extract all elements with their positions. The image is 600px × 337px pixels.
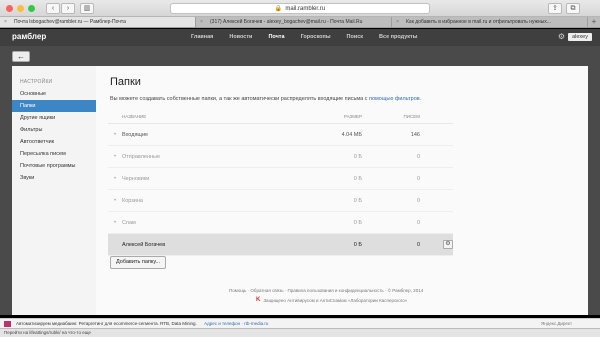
tab-howto[interactable]: × Как добавить в избранное в mail.ru и от… [392,17,588,27]
sidebar-toggle-button[interactable]: ▥ [80,3,94,14]
sidebar-item-sounds[interactable]: Звуки [12,172,96,184]
nav-news[interactable]: Новости [221,29,260,46]
top-nav: Главная Новости Почта Гороскопы Поиск Вс… [183,29,425,46]
table-row[interactable]: • Корзина 0 Б 0 [108,190,453,212]
sidebar-item-mail-clients[interactable]: Почтовые программы [12,160,96,172]
column-size-header: РАЗМЕР [343,114,362,119]
browser-toolbar: ‹ › ▥ 🔒 mail.rambler.ru ⇪ ⧉ [0,0,600,17]
intro-text: Вы можете создавать собственные папки, а… [110,96,422,102]
kaspersky-notice: K Защищено Антивирусом и АнтиСпамом «Лаб… [256,297,408,303]
status-bar: Перейти на lifeattings/rubki/ на что-то … [0,328,600,337]
user-name[interactable]: alexey [568,32,592,41]
rambler-logo[interactable]: рамблер [12,32,46,41]
sidebar-item-other-mailboxes[interactable]: Другие ящики [12,112,96,124]
user-menu[interactable]: ⚙ alexey [558,32,592,41]
sidebar-item-folders[interactable]: Папки [12,100,96,112]
close-window-button[interactable] [6,5,13,12]
close-tab-icon[interactable]: × [200,17,203,27]
back-nav-button[interactable]: ‹ [46,3,60,14]
table-row[interactable]: • Отправленные 0 Б 0 [108,146,453,168]
share-button[interactable]: ⇪ [548,3,562,14]
zoom-window-button[interactable] [28,5,35,12]
nav-horoscopes[interactable]: Гороскопы [293,29,339,46]
ad-bar[interactable]: Автоматизируем медиабаинг. Ретаргетинг д… [0,318,600,328]
ad-badge-icon [4,321,11,327]
site-header: рамблер Главная Новости Почта Гороскопы … [0,29,600,46]
nav-all-products[interactable]: Все продукты [371,29,425,46]
address-bar[interactable]: 🔒 mail.rambler.ru [170,3,430,14]
settings-section-title: НАСТРОЙКИ [20,79,53,85]
tabs-overview-button[interactable]: ⧉ [566,3,580,14]
add-folder-button[interactable]: Добавить папку... [110,256,167,269]
sidebar-item-filters[interactable]: Фильтры [12,124,96,136]
url-text: mail.rambler.ru [285,6,326,12]
yandex-direct-label[interactable]: Яндекс.Директ [541,319,572,328]
page-title: Папки [110,76,141,88]
column-name-header: НАЗВАНИЕ [122,114,147,119]
nav-home[interactable]: Главная [183,29,221,46]
nav-search[interactable]: Поиск [339,29,372,46]
gear-icon[interactable]: ⚙ [558,32,565,41]
footer-links[interactable]: Помощь · Обратная связь · Правила пользо… [229,288,423,293]
folders-panel: Папки Вы можете создавать собственные па… [96,66,588,315]
forward-nav-button[interactable]: › [61,3,75,14]
nav-mail[interactable]: Почта [260,29,292,46]
table-row[interactable]: • Спам 0 Б 0 [108,212,453,234]
tab-mail-ru[interactable]: × (317) Алексей Богачев - alexey_bogachev… [196,17,392,27]
back-arrow-button[interactable]: ← [12,51,30,62]
window-controls [6,5,35,12]
settings-sidebar: НАСТРОЙКИ Основные Папки Другие ящики Фи… [12,66,96,315]
minimize-window-button[interactable] [17,5,24,12]
close-tab-icon[interactable]: × [4,17,7,27]
folder-dot-icon: • [113,175,117,182]
table-header: НАЗВАНИЕ РАЗМЕР ПИСЕМ [108,110,453,124]
folder-dot-icon: • [113,131,117,138]
sidebar-item-forwarding[interactable]: Пересылка писем [12,148,96,160]
folder-dot-icon: • [113,153,117,160]
table-row[interactable]: • Черновики 0 Б 0 [108,168,453,190]
folder-settings-gear-icon[interactable]: ⚙ [443,240,453,249]
column-count-header: ПИСЕМ [403,114,420,119]
sidebar-item-autoresponder[interactable]: Автоответчик [12,136,96,148]
new-tab-button[interactable]: + [588,17,600,27]
arrow-left-icon: ← [17,52,25,61]
tab-rambler-mail[interactable]: × Почта lsbogachev@rambler.ru — Рамблер-П… [0,17,196,27]
tab-bar: × Почта lsbogachev@rambler.ru — Рамблер-П… [0,17,600,28]
folder-dot-icon: • [113,197,117,204]
folders-table: НАЗВАНИЕ РАЗМЕР ПИСЕМ • Входящие 4.04 МБ… [108,110,453,256]
lock-icon: 🔒 [274,6,283,12]
filters-link[interactable]: помощью фильтров. [369,96,421,102]
close-tab-icon[interactable]: × [396,17,399,27]
sidebar-item-general[interactable]: Основные [12,88,96,100]
kaspersky-logo-icon: K [256,297,261,303]
table-row[interactable]: • Входящие 4.04 МБ 146 [108,124,453,146]
table-row[interactable]: Алексей Богачев 0 Б 0 ⚙ [108,234,453,256]
ad-link[interactable]: Адрес и телефон · rtb-media.ru [204,321,268,326]
folder-dot-icon: • [113,219,117,226]
